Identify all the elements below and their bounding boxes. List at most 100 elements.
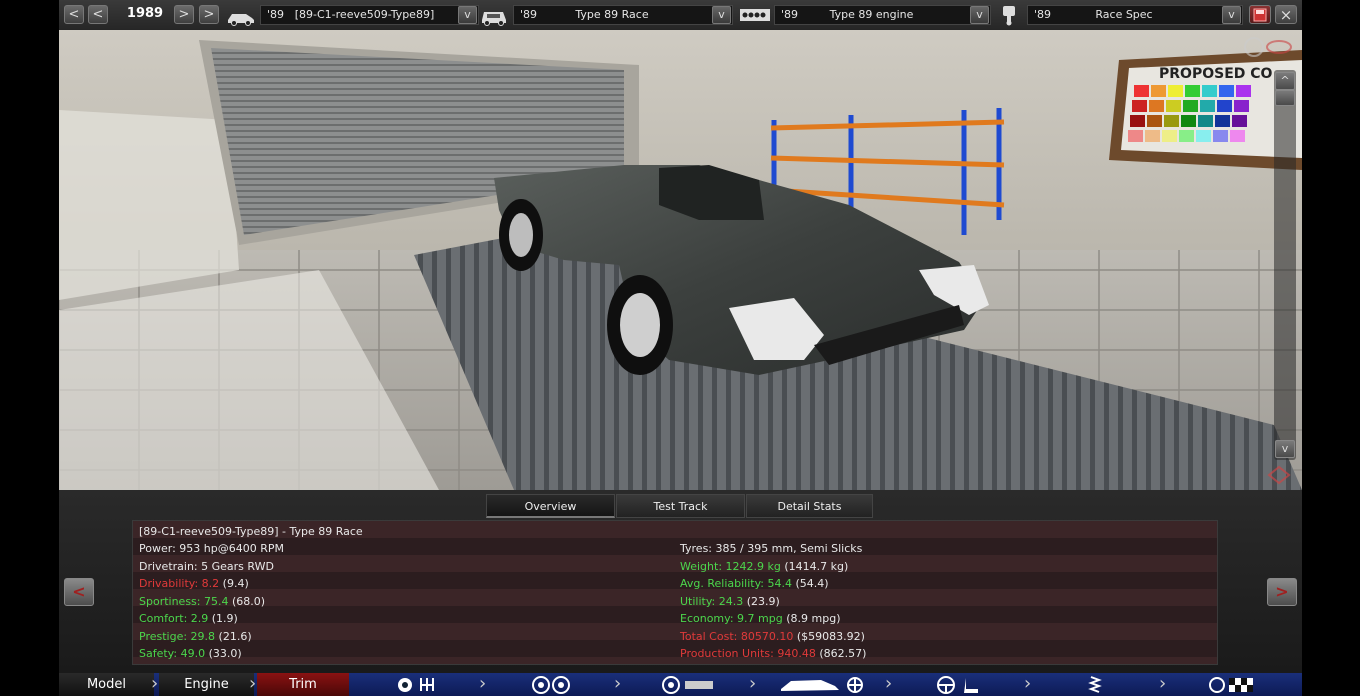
bottom-nav: Model › Engine › Trim › › › › › › — [59, 673, 1302, 696]
stat-previous: (8.9 mpg) — [782, 612, 841, 625]
stat-previous: (23.9) — [743, 594, 780, 608]
year-prev-fast-button[interactable]: < — [64, 5, 84, 24]
year-next-button[interactable]: > — [174, 5, 194, 24]
chevron-right-icon: › — [1024, 673, 1032, 694]
stat-value: Power: 953 hp@6400 RPM — [139, 542, 284, 555]
top-bar: < < 1989 > > '89 [89-C1-reeve509-Type89]… — [59, 0, 1302, 31]
stat-line: Avg. Reliability: 54.4 (54.4) — [680, 577, 829, 590]
nav-engine[interactable]: Engine — [159, 673, 254, 696]
save-button[interactable] — [1249, 5, 1271, 24]
tab-detail-stats[interactable]: Detail Stats — [746, 494, 873, 518]
engine-dropdown-button[interactable]: v — [970, 6, 989, 24]
stat-previous: (862.57) — [815, 647, 867, 660]
stat-value: Drivability: 8.2 — [139, 577, 220, 590]
stat-value: Utility: 24.3 — [680, 594, 744, 608]
stat-previous: (21.6) — [215, 629, 252, 643]
stat-value: Tyres: 385 / 395 mm, Semi Slicks — [680, 542, 863, 555]
stat-value: Production Units: 940.48 — [680, 647, 816, 660]
chevron-right-icon: › — [749, 673, 757, 694]
scroll-thumb[interactable] — [1275, 90, 1295, 106]
stat-line: Sportiness: 75.4 (68.0) — [139, 595, 265, 608]
stat-line: Economy: 9.7 mpg (8.9 mpg) — [680, 612, 840, 625]
gearbox-icon[interactable] — [395, 675, 443, 694]
engine-name: Type 89 engine — [829, 8, 914, 21]
piston-icon — [1003, 6, 1015, 26]
year-display: 1989 — [126, 6, 164, 21]
proposed-colors-sign: PROPOSED CO — [1159, 66, 1273, 82]
car-title: [89-C1-reeve509-Type89] - Type 89 Race — [139, 525, 363, 538]
tab-overview[interactable]: Overview — [486, 494, 615, 518]
suspension-icon[interactable] — [1083, 675, 1107, 694]
brakes-icon[interactable] — [659, 675, 719, 694]
right-letterbox — [1302, 0, 1360, 696]
garage-scene: PROPOSED CO — [59, 30, 1302, 490]
stat-line: Weight: 1242.9 kg (1414.7 kg) — [680, 560, 848, 573]
wheels-icon[interactable] — [529, 675, 575, 694]
stat-value: Avg. Reliability: 54.4 — [680, 577, 793, 590]
chevron-right-icon: › — [1159, 673, 1167, 694]
chevron-right-icon: › — [479, 673, 487, 694]
rotate-view-icon[interactable] — [1266, 464, 1292, 486]
stat-line: Tyres: 385 / 395 mm, Semi Slicks — [680, 542, 862, 555]
garage-viewport[interactable]: PROPOSED CO ^ v — [59, 30, 1302, 490]
stat-value: Weight: 1242.9 kg — [680, 559, 781, 573]
scroll-down-button[interactable]: v — [1275, 440, 1295, 458]
stat-line: Comfort: 2.9 (1.9) — [139, 612, 238, 625]
stat-line: Safety: 49.0 (33.0) — [139, 647, 242, 660]
stat-previous: (9.4) — [219, 577, 249, 590]
next-page-button[interactable]: > — [1267, 578, 1297, 606]
close-button[interactable]: × — [1275, 5, 1297, 24]
engine-block-icon — [740, 9, 770, 21]
stat-line: Total Cost: 80570.10 ($59083.92) — [680, 630, 865, 643]
stat-value: Drivetrain: 5 Gears RWD — [139, 559, 274, 573]
nav-model[interactable]: Model — [59, 673, 154, 696]
stat-line: Drivetrain: 5 Gears RWD — [139, 560, 274, 573]
left-letterbox — [0, 0, 59, 696]
variant-select[interactable]: '89 Race Spec v — [1027, 5, 1243, 25]
trim-name: Type 89 Race — [575, 8, 649, 21]
tab-test-track[interactable]: Test Track — [616, 494, 745, 518]
stat-value: Comfort: 2.9 — [139, 612, 209, 625]
test-icon[interactable] — [1207, 675, 1257, 694]
stat-value: Safety: 49.0 — [139, 647, 206, 660]
scroll-up-button[interactable]: ^ — [1275, 72, 1295, 90]
trim-select[interactable]: '89 Type 89 Race v — [513, 5, 733, 25]
trim-dropdown-button[interactable]: v — [712, 6, 731, 24]
stat-value: Economy: 9.7 mpg — [680, 612, 783, 625]
interior-icon[interactable] — [934, 675, 984, 694]
trim-icon — [482, 12, 506, 26]
stat-previous: (54.4) — [792, 577, 829, 590]
stat-value: Sportiness: 75.4 — [139, 594, 229, 608]
variant-name: Race Spec — [1095, 8, 1153, 21]
body-aero-icon[interactable] — [777, 675, 877, 694]
camera-view-icon[interactable] — [1234, 34, 1294, 60]
model-name: [89-C1-reeve509-Type89] — [294, 8, 435, 21]
model-dropdown-button[interactable]: v — [458, 6, 477, 24]
stat-line: Production Units: 940.48 (862.57) — [680, 647, 866, 660]
model-select[interactable]: '89 [89-C1-reeve509-Type89] v — [260, 5, 479, 25]
stat-previous: ($59083.92) — [793, 629, 865, 643]
stat-value: Total Cost: 80570.10 — [680, 629, 794, 643]
stat-line: Prestige: 29.8 (21.6) — [139, 630, 252, 643]
stats-box: [89-C1-reeve509-Type89] - Type 89 Race P… — [132, 520, 1218, 665]
stat-previous: (1.9) — [208, 612, 238, 625]
car-model-icon — [228, 14, 254, 26]
stat-previous: (1414.7 kg) — [780, 559, 849, 573]
save-icon — [1253, 8, 1267, 22]
stat-previous: (33.0) — [205, 647, 242, 660]
stat-previous: (68.0) — [228, 594, 266, 608]
chevron-right-icon: › — [614, 673, 622, 694]
viewport-scrollbar[interactable]: ^ v — [1274, 70, 1296, 460]
stat-line: Utility: 24.3 (23.9) — [680, 595, 780, 608]
variant-dropdown-button[interactable]: v — [1222, 6, 1241, 24]
stat-value: Prestige: 29.8 — [139, 629, 216, 643]
chevron-right-icon: › — [885, 673, 893, 694]
engine-select[interactable]: '89 Type 89 engine v — [774, 5, 991, 25]
stat-line: Power: 953 hp@6400 RPM — [139, 542, 284, 555]
year-prev-button[interactable]: < — [88, 5, 108, 24]
info-panel: Overview Test Track Detail Stats < > [89… — [59, 490, 1302, 673]
prev-page-button[interactable]: < — [64, 578, 94, 606]
year-next-fast-button[interactable]: > — [199, 5, 219, 24]
nav-trim[interactable]: Trim — [257, 673, 349, 696]
stat-line: Drivability: 8.2 (9.4) — [139, 577, 249, 590]
